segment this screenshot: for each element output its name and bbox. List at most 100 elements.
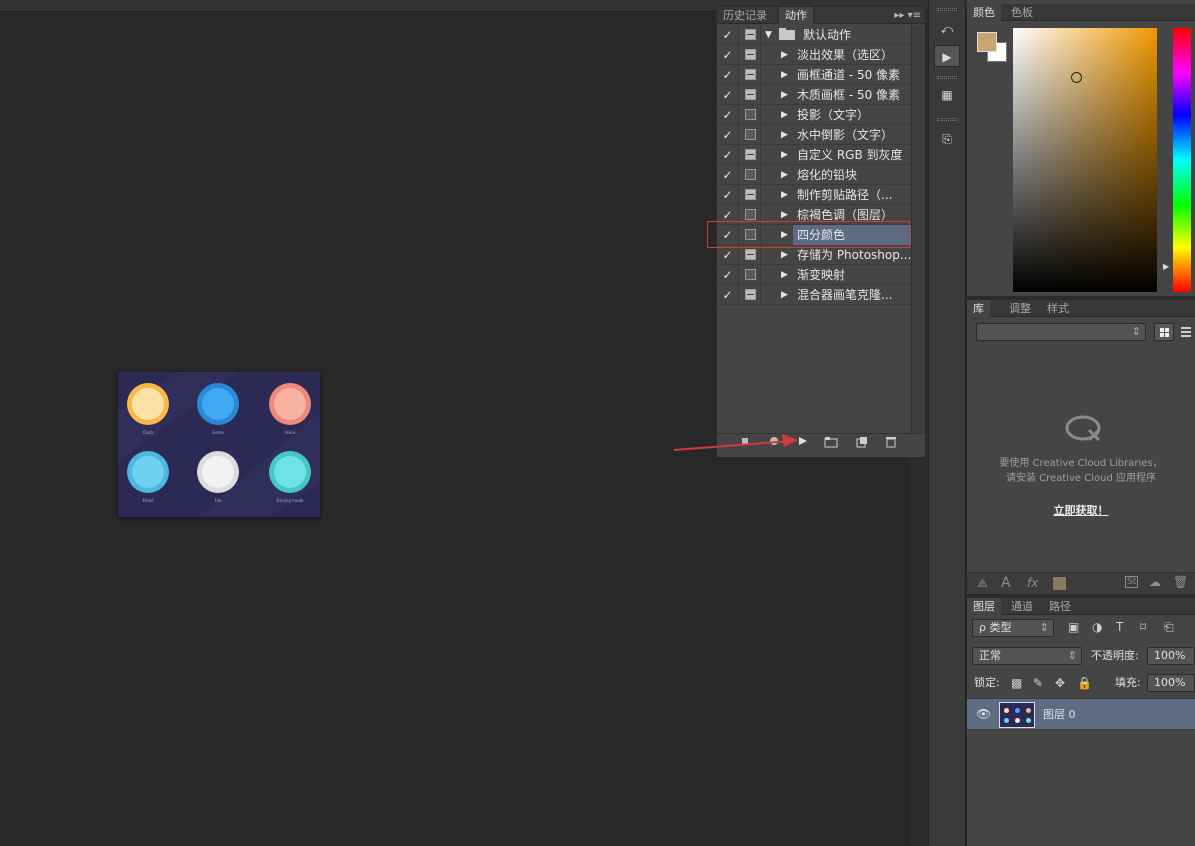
lock-pixels-icon[interactable]: ✎ (1033, 676, 1043, 690)
record-icon[interactable] (766, 436, 782, 450)
get-it-now-link[interactable]: 立即获取！ (967, 502, 1195, 518)
action-row[interactable]: ✓ ▶ 熔化的铅块 (717, 165, 911, 185)
dialog-toggle[interactable] (740, 165, 761, 185)
smart-object-filter-icon[interactable]: ⎗ (1164, 620, 1174, 635)
foreground-color-swatch[interactable] (977, 32, 997, 52)
dialog-toggle[interactable] (740, 145, 761, 165)
tab-layers[interactable]: 图层 (967, 598, 1001, 615)
panel-menu-icon[interactable]: ▸▸ ▾≡ (894, 7, 921, 24)
stock-icon[interactable]: St (1125, 576, 1139, 588)
actions-icon[interactable]: ▶ (934, 45, 960, 67)
tab-swatches[interactable]: 色板 (1005, 4, 1039, 21)
action-row[interactable]: ✓ ▶ 水中倒影（文字） (717, 125, 911, 145)
add-character-style-icon[interactable]: A (1001, 575, 1011, 591)
opacity-field[interactable]: 100% (1147, 647, 1195, 665)
adjustment-filter-icon[interactable]: ◑ (1092, 620, 1102, 634)
layer-filter-select[interactable]: ρ 类型 ⇕ (972, 619, 1054, 637)
collapse-triangle-icon[interactable]: ▶ (781, 245, 788, 265)
stop-icon[interactable] (737, 436, 753, 450)
color-spectrum-field[interactable] (1013, 28, 1157, 292)
action-row[interactable]: ✓ ▶ 渐变映射 (717, 265, 911, 285)
action-row[interactable]: ✓ ▶ 混合器画笔克隆... (717, 285, 911, 305)
color-picker-cursor[interactable] (1071, 72, 1082, 83)
grip-handle-2[interactable] (937, 76, 957, 79)
tab-color[interactable]: 颜色 (967, 4, 1001, 21)
shape-filter-icon[interactable]: ⌑ (1140, 620, 1146, 634)
expand-triangle-icon[interactable]: ▼ (765, 25, 772, 45)
action-set-row[interactable]: ✓ ▼ 默认动作 (717, 25, 911, 45)
action-row[interactable]: ✓ ▶ 投影（文字） (717, 105, 911, 125)
action-check-icon[interactable]: ✓ (717, 105, 739, 125)
tab-libraries[interactable]: 库 (967, 300, 990, 317)
sync-icon[interactable]: ☁ (1149, 575, 1161, 589)
play-icon[interactable] (795, 436, 811, 450)
tab-actions[interactable]: 动作 (778, 7, 814, 24)
actions-scrollbar[interactable] (911, 25, 925, 433)
type-filter-icon[interactable]: T (1116, 620, 1123, 634)
action-check-icon[interactable]: ✓ (717, 265, 739, 285)
action-check-icon[interactable]: ✓ (717, 285, 739, 305)
blend-mode-select[interactable]: 正常 ⇕ (972, 647, 1082, 665)
dialog-toggle[interactable] (740, 185, 761, 205)
lock-all-icon[interactable]: 🔒 (1077, 676, 1092, 690)
history-icon[interactable]: ⤺ (934, 18, 960, 40)
new-action-icon[interactable] (854, 436, 870, 450)
collapse-triangle-icon[interactable]: ▶ (781, 165, 788, 185)
action-row[interactable]: ✓ ▶ 制作剪贴路径（... (717, 185, 911, 205)
dialog-toggle[interactable] (740, 245, 761, 265)
collapse-triangle-icon[interactable]: ▶ (781, 145, 788, 165)
action-row[interactable]: ✓ ▶ 画框通道 - 50 像素 (717, 65, 911, 85)
collapse-triangle-icon[interactable]: ▶ (781, 125, 788, 145)
grip-handle-3[interactable] (937, 118, 957, 121)
collapse-triangle-icon[interactable]: ▶ (781, 45, 788, 65)
collapse-triangle-icon[interactable]: ▶ (781, 285, 788, 305)
hue-slider-handle-icon[interactable]: ▶ (1163, 262, 1169, 271)
add-graphic-icon[interactable]: ⟁ (977, 576, 988, 591)
action-row[interactable]: ✓ ▶ 自定义 RGB 到灰度 (717, 145, 911, 165)
collapse-triangle-icon[interactable]: ▶ (781, 85, 788, 105)
action-check-icon[interactable]: ✓ (717, 145, 739, 165)
clone-source-icon[interactable]: ⎘ (934, 128, 960, 150)
dialog-toggle[interactable] (740, 285, 761, 305)
hue-slider[interactable] (1173, 28, 1191, 292)
action-check-icon[interactable]: ✓ (717, 45, 739, 65)
dialog-toggle[interactable] (740, 85, 761, 105)
layer-name[interactable]: 图层 0 (1043, 706, 1076, 724)
lock-transparency-icon[interactable]: ▩ (1011, 676, 1022, 690)
pixel-filter-icon[interactable]: ▣ (1068, 620, 1079, 634)
dialog-toggle[interactable] (740, 125, 761, 145)
dialog-toggle[interactable] (740, 65, 761, 85)
grid-view-icon[interactable] (1154, 323, 1174, 341)
folder-icon[interactable] (823, 436, 839, 450)
action-check-icon[interactable]: ✓ (717, 185, 739, 205)
action-check-icon[interactable]: ✓ (717, 245, 739, 265)
add-color-icon[interactable] (1053, 577, 1066, 590)
document-canvas[interactable]: Clock Game Voice Email File Driving mode (118, 372, 320, 517)
action-row[interactable]: ✓ ▶ 淡出效果（选区） (717, 45, 911, 65)
tab-paths[interactable]: 路径 (1043, 598, 1077, 615)
grip-handle[interactable] (937, 8, 957, 11)
properties-icon[interactable]: ▦ (934, 84, 960, 106)
add-layer-style-icon[interactable]: fx (1027, 576, 1038, 590)
collapse-triangle-icon[interactable]: ▶ (781, 265, 788, 285)
action-row[interactable]: ✓ ▶ 木质画框 - 50 像素 (717, 85, 911, 105)
tab-history[interactable]: 历史记录 (717, 7, 773, 24)
tab-channels[interactable]: 通道 (1005, 598, 1039, 615)
action-check-icon[interactable]: ✓ (717, 85, 739, 105)
tab-adjustments[interactable]: 调整 (1003, 300, 1037, 317)
collapse-triangle-icon[interactable]: ▶ (781, 105, 788, 125)
list-view-icon[interactable] (1179, 323, 1195, 341)
dialog-toggle[interactable] (740, 265, 761, 285)
library-select[interactable]: ⇕ (976, 323, 1146, 341)
set-check-icon[interactable]: ✓ (717, 25, 739, 45)
action-check-icon[interactable]: ✓ (717, 165, 739, 185)
layer-row[interactable]: 👁 图层 0 (967, 698, 1195, 730)
fill-field[interactable]: 100% (1147, 674, 1195, 692)
visibility-eye-icon[interactable]: 👁 (976, 707, 991, 721)
dialog-toggle[interactable] (740, 45, 761, 65)
collapse-triangle-icon[interactable]: ▶ (781, 65, 788, 85)
set-dialog-toggle[interactable] (740, 25, 761, 45)
library-trash-icon[interactable]: 🗑 (1173, 575, 1188, 589)
dialog-toggle[interactable] (740, 105, 761, 125)
action-check-icon[interactable]: ✓ (717, 125, 739, 145)
